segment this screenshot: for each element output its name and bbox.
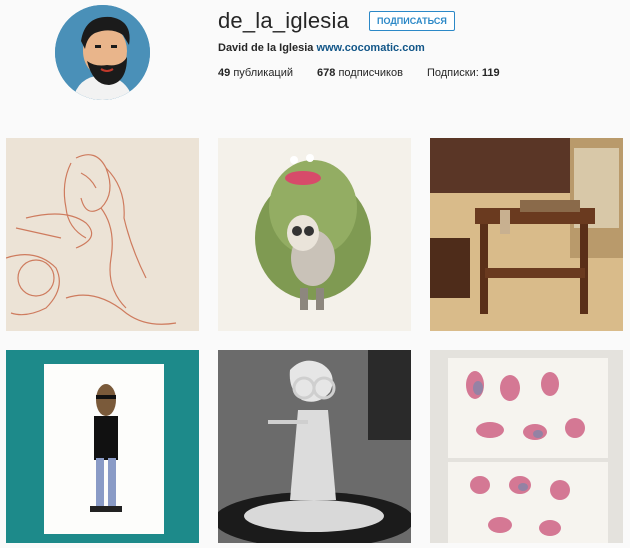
stat-followers[interactable]: 678 подписчиков (317, 67, 403, 79)
profile-header: de_la_iglesia ПОДПИСАТЬСЯ (218, 8, 620, 34)
profile-stats: 49 публикаций 678 подписчиков Подписки: … (218, 67, 500, 79)
post-thumbnail-2[interactable] (218, 138, 411, 331)
follow-button[interactable]: ПОДПИСАТЬСЯ (369, 11, 455, 31)
stat-posts: 49 публикаций (218, 67, 294, 79)
profile-full-name: David de la Iglesia (218, 42, 314, 54)
post-thumbnail-4[interactable] (6, 350, 199, 543)
stat-following[interactable]: Подписки: 119 (427, 67, 500, 79)
profile-bio: David de la Iglesia www.cocomatic.com (218, 42, 425, 54)
post-thumbnail-1[interactable] (6, 138, 199, 331)
post-thumbnail-5[interactable] (218, 350, 411, 543)
post-thumbnail-3[interactable] (430, 138, 623, 331)
profile-website-link[interactable]: www.cocomatic.com (316, 42, 424, 54)
post-thumbnail-6[interactable] (430, 350, 623, 543)
profile-avatar (55, 5, 150, 100)
profile-username: de_la_iglesia (218, 8, 350, 33)
